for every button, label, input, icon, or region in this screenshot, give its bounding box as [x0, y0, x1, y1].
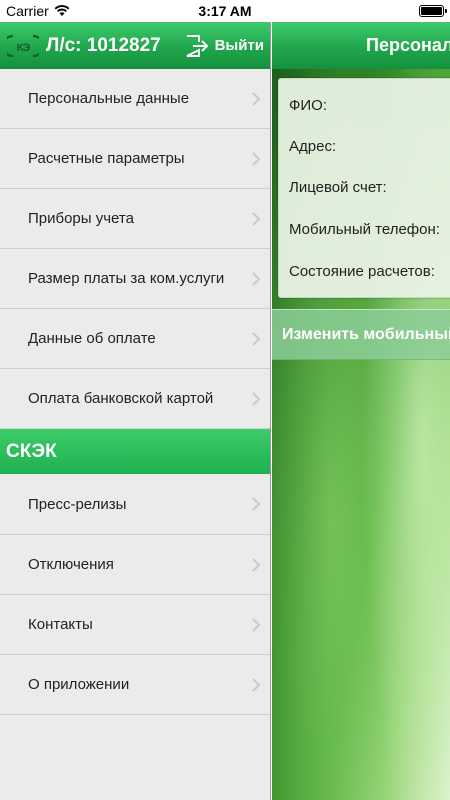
sidebar-item-label: Оплата банковской картой	[28, 390, 214, 407]
sidebar-item-payment-data[interactable]: Данные об оплате	[0, 309, 270, 369]
sidebar-item-about[interactable]: О приложении	[0, 655, 270, 715]
field-label-mobile: Мобильный телефон:	[289, 221, 440, 238]
account-number: Л/с: 1012827	[46, 34, 161, 56]
sidebar-item-press-releases[interactable]: Пресс-релизы	[0, 474, 270, 535]
field-label-balance-status: Состояние расчетов:	[289, 263, 435, 280]
chevron-right-icon	[252, 391, 260, 406]
sidebar-item-utility-fees[interactable]: Размер платы за ком.услуги	[0, 249, 270, 309]
chevron-right-icon	[252, 91, 260, 106]
exit-icon	[186, 34, 208, 57]
sidebar-item-label: Данные об оплате	[28, 330, 156, 347]
sidebar-item-label: Персональные данные	[28, 90, 190, 107]
field-label-account: Лицевой счет:	[289, 179, 387, 196]
change-mobile-button[interactable]: Изменить мобильный телефон	[272, 309, 450, 360]
section-header-skek: СКЭК	[0, 429, 270, 474]
chevron-right-icon	[252, 557, 260, 572]
field-label-fio: ФИО:	[289, 97, 328, 114]
sidebar-item-outages[interactable]: Отключения	[0, 535, 270, 595]
sidebar-item-label: Контакты	[28, 616, 93, 633]
sidebar-item-label: О приложении	[28, 676, 130, 693]
sidebar-item-label: Расчетные параметры	[28, 150, 185, 167]
status-bar: Carrier 3:17 AM	[0, 0, 450, 22]
page-title: Персональные данные	[366, 35, 450, 55]
battery-icon	[419, 5, 447, 17]
sidebar-item-meters[interactable]: Приборы учета	[0, 189, 270, 249]
field-label-address: Адрес:	[289, 138, 337, 155]
chevron-right-icon	[252, 331, 260, 346]
exit-label: Выйти	[214, 37, 264, 54]
chevron-right-icon	[252, 497, 260, 511]
sidebar-item-label: Пресс-релизы	[28, 495, 127, 513]
chevron-right-icon	[252, 211, 260, 226]
sidebar-item-card-payment[interactable]: Оплата банковской картой	[0, 369, 270, 429]
sidebar: КЭ Л/с: 1012827 Выйти Персональные данны…	[0, 22, 271, 800]
main-header: Персональные данные	[272, 22, 450, 69]
sidebar-header: КЭ Л/с: 1012827 Выйти	[0, 22, 270, 69]
main-panel: Персональные данные ФИО: Адрес: Лицевой …	[272, 22, 450, 800]
chevron-right-icon	[252, 617, 260, 632]
status-time: 3:17 AM	[198, 3, 252, 19]
exit-button[interactable]: Выйти	[185, 34, 264, 58]
chevron-right-icon	[252, 151, 260, 166]
sidebar-item-contacts[interactable]: Контакты	[0, 595, 270, 655]
chevron-right-icon	[252, 677, 260, 692]
company-logo: КЭ	[6, 32, 40, 60]
sidebar-item-label: Приборы учета	[28, 210, 134, 227]
chevron-right-icon	[252, 271, 260, 286]
personal-info-card: ФИО: Адрес: Лицевой счет: Мобильный теле…	[278, 78, 450, 298]
sidebar-item-calc-params[interactable]: Расчетные параметры	[0, 129, 270, 189]
sidebar-item-personal-data[interactable]: Персональные данные	[0, 69, 270, 129]
sidebar-item-label: Отключения	[28, 556, 114, 573]
svg-text:КЭ: КЭ	[17, 42, 31, 54]
sidebar-item-label: Размер платы за ком.услуги	[28, 270, 225, 287]
